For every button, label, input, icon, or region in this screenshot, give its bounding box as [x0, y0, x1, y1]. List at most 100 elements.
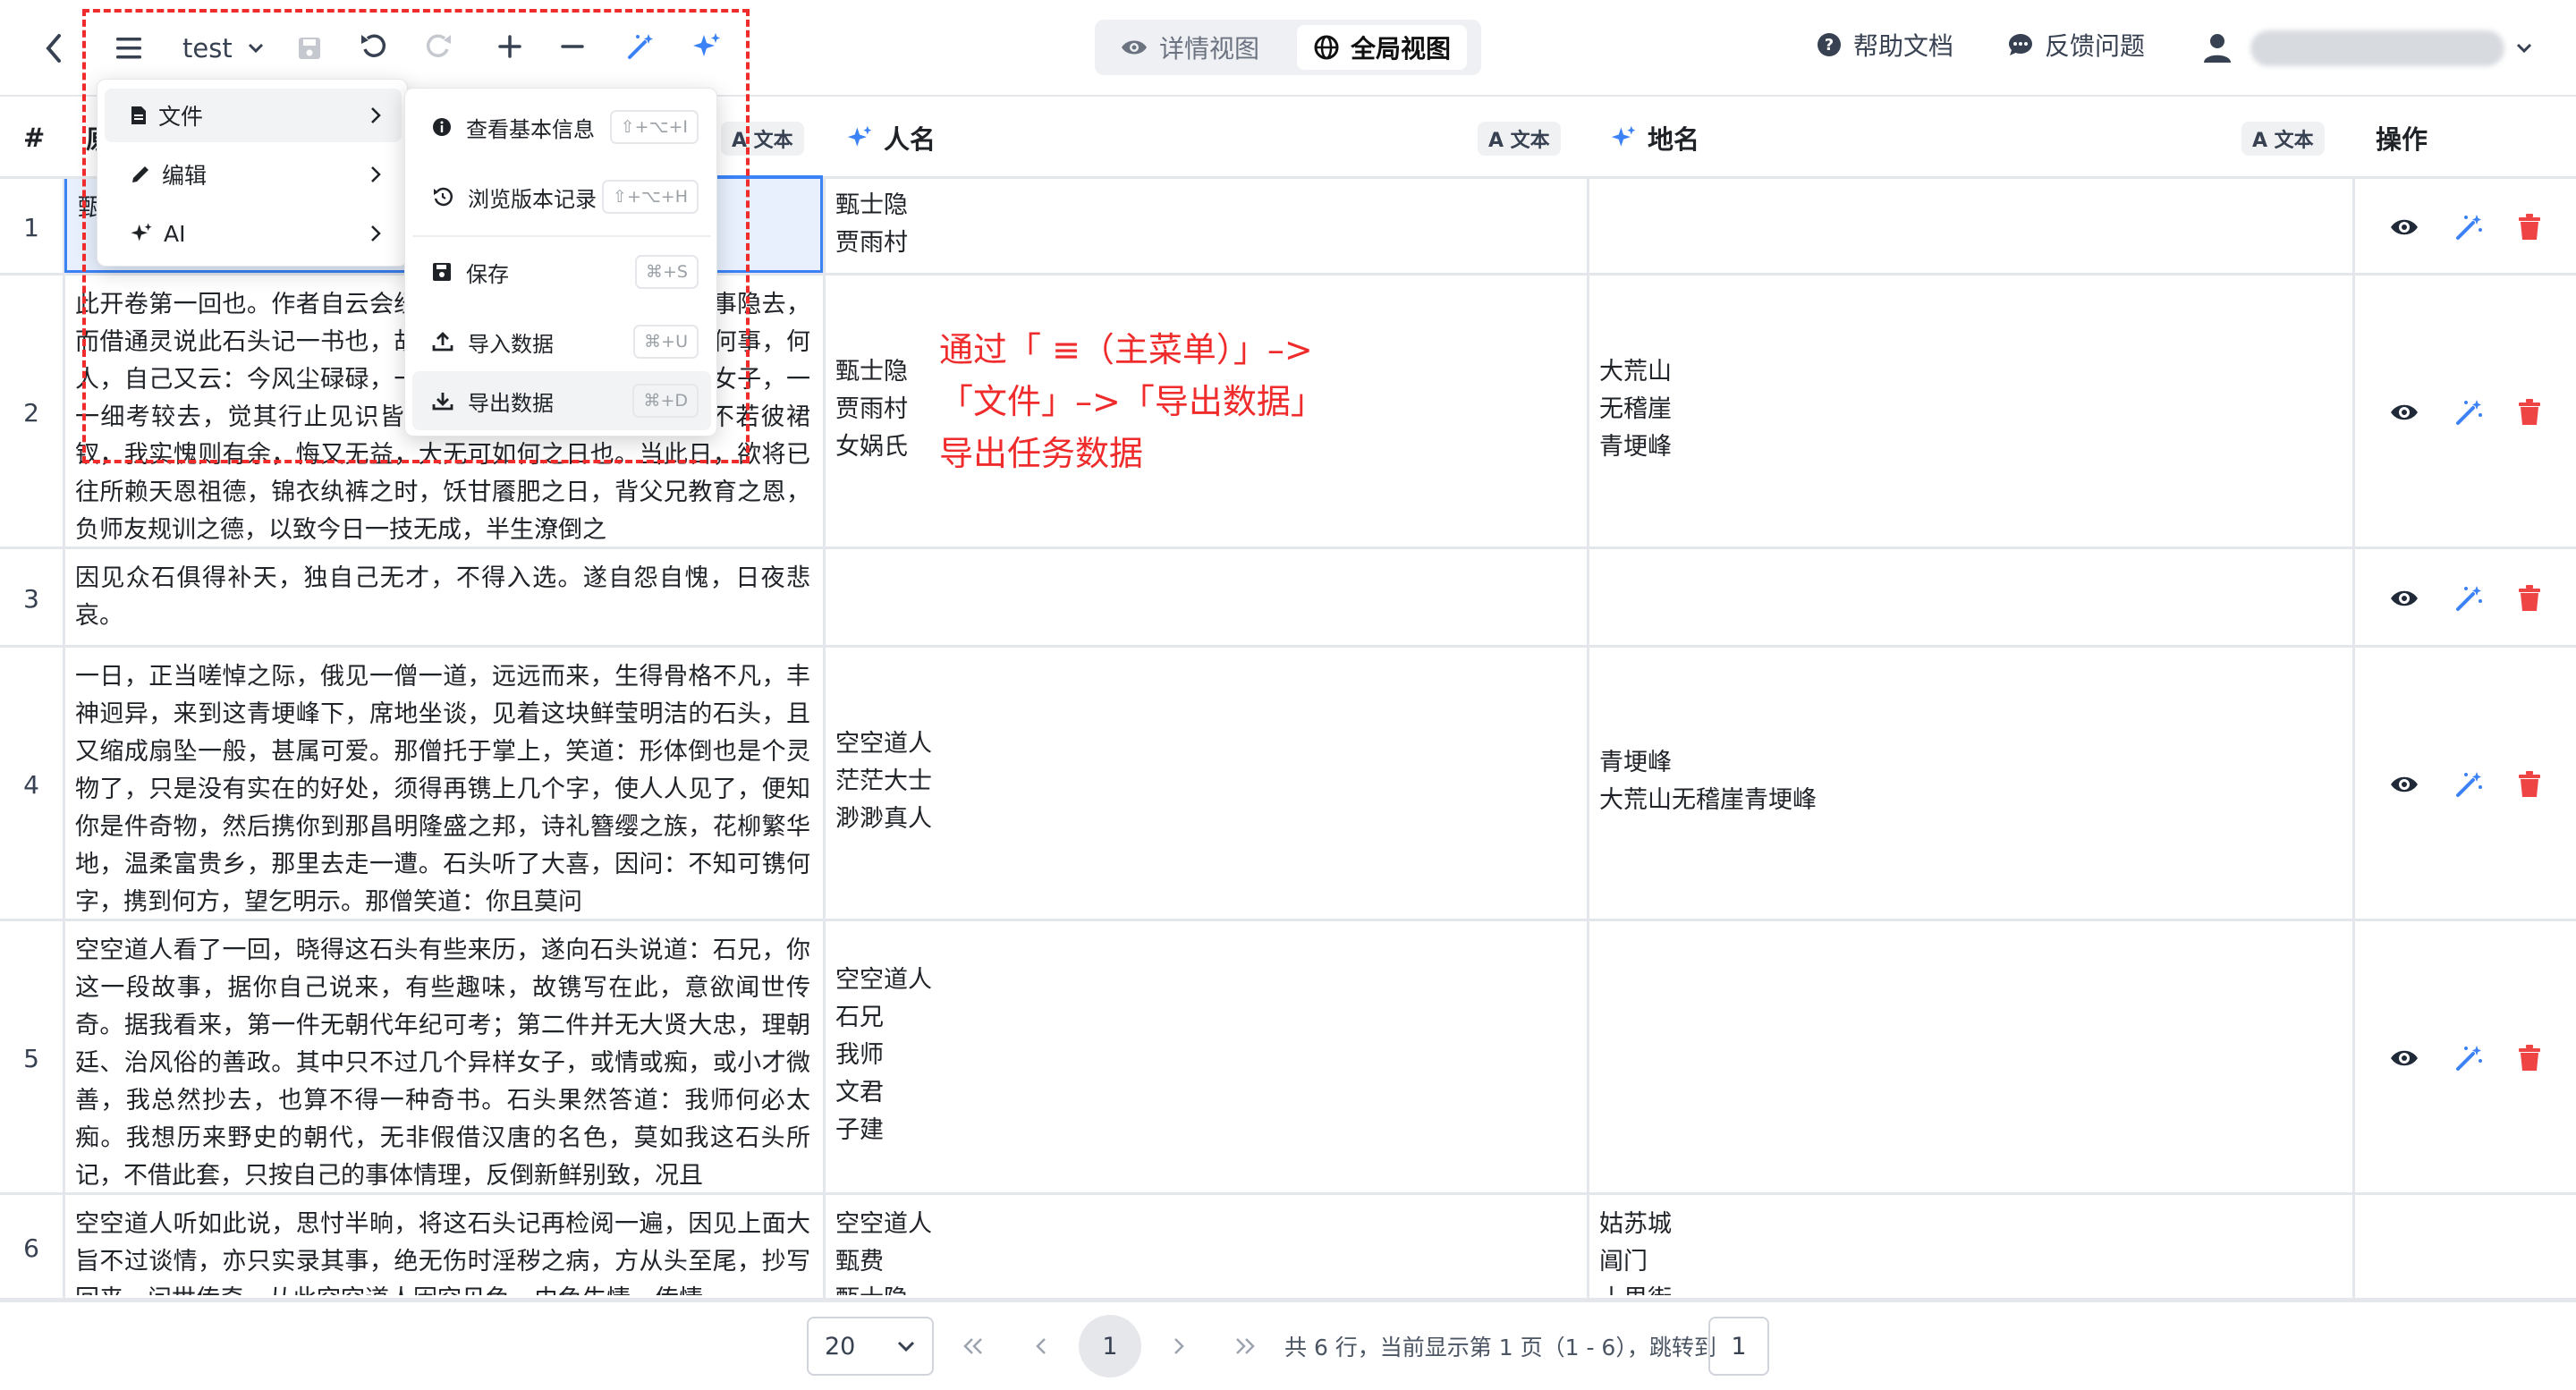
- cell-person[interactable]: [835, 549, 1574, 642]
- menu-item-export-data-label: 导出数据: [468, 390, 554, 416]
- row-actions: [2354, 648, 2576, 919]
- magic-wand-icon[interactable]: [2453, 769, 2484, 800]
- chevron-right-icon: [371, 107, 381, 123]
- help-circle-icon: ?: [1818, 33, 1841, 56]
- cell-place[interactable]: 姑苏城 阊门 十里街: [1599, 1195, 2342, 1295]
- undo-icon[interactable]: [356, 29, 392, 64]
- download-icon: [432, 393, 453, 411]
- row-actions: [2354, 549, 2576, 645]
- menu-item-version-history[interactable]: 浏览版本记录 ⇧+⌥+H: [412, 167, 711, 226]
- cell-place-value: 大荒山 无稽崖 青埂峰: [1599, 358, 1672, 461]
- cell-place[interactable]: 大荒山 无稽崖 青埂峰: [1599, 275, 2342, 544]
- cell-person[interactable]: 空空道人 石兄 我师 文君 子建: [835, 921, 1574, 1190]
- main-menu-icon[interactable]: [111, 29, 147, 68]
- save-icon[interactable]: [292, 30, 327, 66]
- next-page-icon[interactable]: [1163, 1326, 1195, 1367]
- trash-icon[interactable]: [2518, 214, 2541, 241]
- magic-wand-icon[interactable]: [623, 29, 658, 64]
- menu-item-version-history-label: 浏览版本记录: [468, 186, 597, 212]
- avatar[interactable]: [2199, 23, 2236, 70]
- table-row[interactable]: 3 因见众石俱得补天，独自己无才，不得入选。遂自怨自愧，日夜悲哀。: [0, 549, 2576, 648]
- text-type-badge: A 文本: [2241, 122, 2325, 156]
- row-number: 2: [23, 397, 39, 428]
- row-actions: [2354, 1195, 2576, 1298]
- chat-bubble-icon: [2009, 34, 2032, 55]
- menu-item-ai-label: AI: [164, 220, 186, 247]
- cell-text[interactable]: 一日，正当嗟悼之际，俄见一僧一道，远远而来，生得骨格不凡，丰神迥异，来到这青埂峰…: [75, 648, 810, 916]
- chevron-right-icon: [371, 166, 381, 182]
- menu-item-import-data[interactable]: 导入数据 ⌘+U: [412, 312, 711, 371]
- cell-place-value: 青埂峰 大荒山无稽崖青埂峰: [1599, 749, 1817, 814]
- magic-wand-icon[interactable]: [2453, 1043, 2484, 1073]
- cell-place[interactable]: 青埂峰 大荒山无稽崖青埂峰: [1599, 648, 2342, 916]
- back-arrow-icon[interactable]: [36, 27, 72, 70]
- cell-person-value: 甄士隐 贾雨村 女娲氏: [835, 358, 908, 461]
- magic-wand-icon[interactable]: [2453, 212, 2484, 242]
- trash-icon[interactable]: [2518, 771, 2541, 798]
- eye-icon[interactable]: [2389, 588, 2419, 609]
- row-actions: [2354, 275, 2576, 547]
- first-page-icon[interactable]: [955, 1326, 991, 1367]
- ai-sparkle-icon[interactable]: [689, 29, 724, 64]
- shortcut-badge: ⌘+U: [633, 325, 699, 359]
- history-icon: [434, 187, 453, 207]
- cell-place[interactable]: [1599, 549, 2342, 642]
- table-row[interactable]: 4 一日，正当嗟悼之际，俄见一僧一道，远远而来，生得骨格不凡，丰神迥异，来到这青埂…: [0, 648, 2576, 921]
- tab-global-view[interactable]: 全局视图: [1297, 25, 1468, 70]
- zoom-out-icon[interactable]: [556, 30, 589, 63]
- cell-text[interactable]: 空空道人听如此说，思忖半晌，将这石头记再检阅一遍，因见上面大旨不过谈情，亦只实录…: [75, 1195, 810, 1295]
- redo-icon[interactable]: [420, 29, 456, 64]
- table-row[interactable]: 6 空空道人听如此说，思忖半晌，将这石头记再检阅一遍，因见上面大旨不过谈情，亦只实…: [0, 1195, 2576, 1301]
- globe-icon: [1314, 35, 1339, 60]
- eye-icon[interactable]: [2389, 774, 2419, 795]
- text-type-badge: A 文本: [721, 122, 804, 156]
- cell-text[interactable]: 因见众石俱得补天，独自己无才，不得入选。遂自怨自愧，日夜悲哀。: [75, 549, 810, 642]
- menu-item-file-label: 文件: [158, 104, 204, 130]
- menu-item-edit[interactable]: 编辑: [105, 148, 402, 201]
- trash-icon[interactable]: [2518, 1045, 2541, 1072]
- chevron-down-icon: [248, 43, 263, 54]
- cell-place[interactable]: [1599, 921, 2342, 1190]
- zoom-in-icon[interactable]: [494, 30, 526, 63]
- tab-detail-view-label: 详情视图: [1159, 34, 1260, 64]
- chevron-down-icon[interactable]: [2513, 32, 2535, 64]
- jump-to-page-input[interactable]: 1: [1708, 1317, 1769, 1376]
- column-person-header[interactable]: 人名: [846, 97, 936, 179]
- last-page-icon[interactable]: [1227, 1326, 1263, 1367]
- menu-item-file[interactable]: 文件: [105, 89, 402, 142]
- page-number-current[interactable]: 1: [1079, 1315, 1141, 1377]
- shortcut-badge: ⌘+S: [635, 255, 699, 289]
- project-selector[interactable]: test: [182, 27, 265, 70]
- row-number: 5: [23, 1043, 39, 1073]
- trash-icon[interactable]: [2518, 585, 2541, 612]
- cell-person-value: 甄士隐 贾雨村: [835, 191, 908, 257]
- cell-text-value: 一日，正当嗟悼之际，俄见一僧一道，远远而来，生得骨格不凡，丰神迥异，来到这青埂峰…: [75, 663, 810, 916]
- eye-icon[interactable]: [2389, 1047, 2419, 1069]
- cell-person-value: 空空道人 甄费 甄士隐: [835, 1210, 932, 1295]
- cell-person[interactable]: 空空道人 茫茫大士 渺渺真人: [835, 648, 1574, 916]
- menu-item-view-info[interactable]: 查看基本信息 ⇧+⌥+I: [412, 97, 711, 157]
- tab-global-view-label: 全局视图: [1351, 34, 1452, 64]
- eye-icon[interactable]: [2389, 216, 2419, 238]
- menu-item-ai[interactable]: AI: [105, 207, 402, 260]
- prev-page-icon[interactable]: [1025, 1326, 1057, 1367]
- magic-wand-icon[interactable]: [2453, 583, 2484, 614]
- menu-item-save[interactable]: 保存 ⌘+S: [412, 242, 711, 301]
- main-menu-dropdown: 文件 编辑 AI: [97, 79, 408, 267]
- trash-icon[interactable]: [2518, 399, 2541, 426]
- magic-wand-icon[interactable]: [2453, 397, 2484, 428]
- ai-sparkle-icon: [847, 125, 872, 147]
- page-size-select[interactable]: 20: [807, 1317, 934, 1376]
- cell-person[interactable]: 甄士隐 贾雨村: [835, 179, 1574, 270]
- help-docs-link[interactable]: ? 帮助文档: [1816, 27, 1953, 63]
- tab-detail-view[interactable]: 详情视图: [1104, 25, 1275, 70]
- menu-item-export-data[interactable]: 导出数据 ⌘+D: [412, 371, 711, 430]
- cell-place[interactable]: [1599, 179, 2342, 270]
- cell-person[interactable]: 空空道人 甄费 甄士隐: [835, 1195, 1574, 1295]
- feedback-link[interactable]: 反馈问题: [2007, 27, 2145, 63]
- column-place-header[interactable]: 地名: [1610, 97, 1699, 179]
- table-row[interactable]: 5 空空道人看了一回，晓得这石头有些来历，遂向石头说道：石兄，你这一段故事，据你自…: [0, 921, 2576, 1195]
- eye-icon[interactable]: [2389, 402, 2419, 423]
- cell-text[interactable]: 空空道人看了一回，晓得这石头有些来历，遂向石头说道：石兄，你这一段故事，据你自己…: [75, 921, 810, 1190]
- menu-divider: [412, 235, 711, 237]
